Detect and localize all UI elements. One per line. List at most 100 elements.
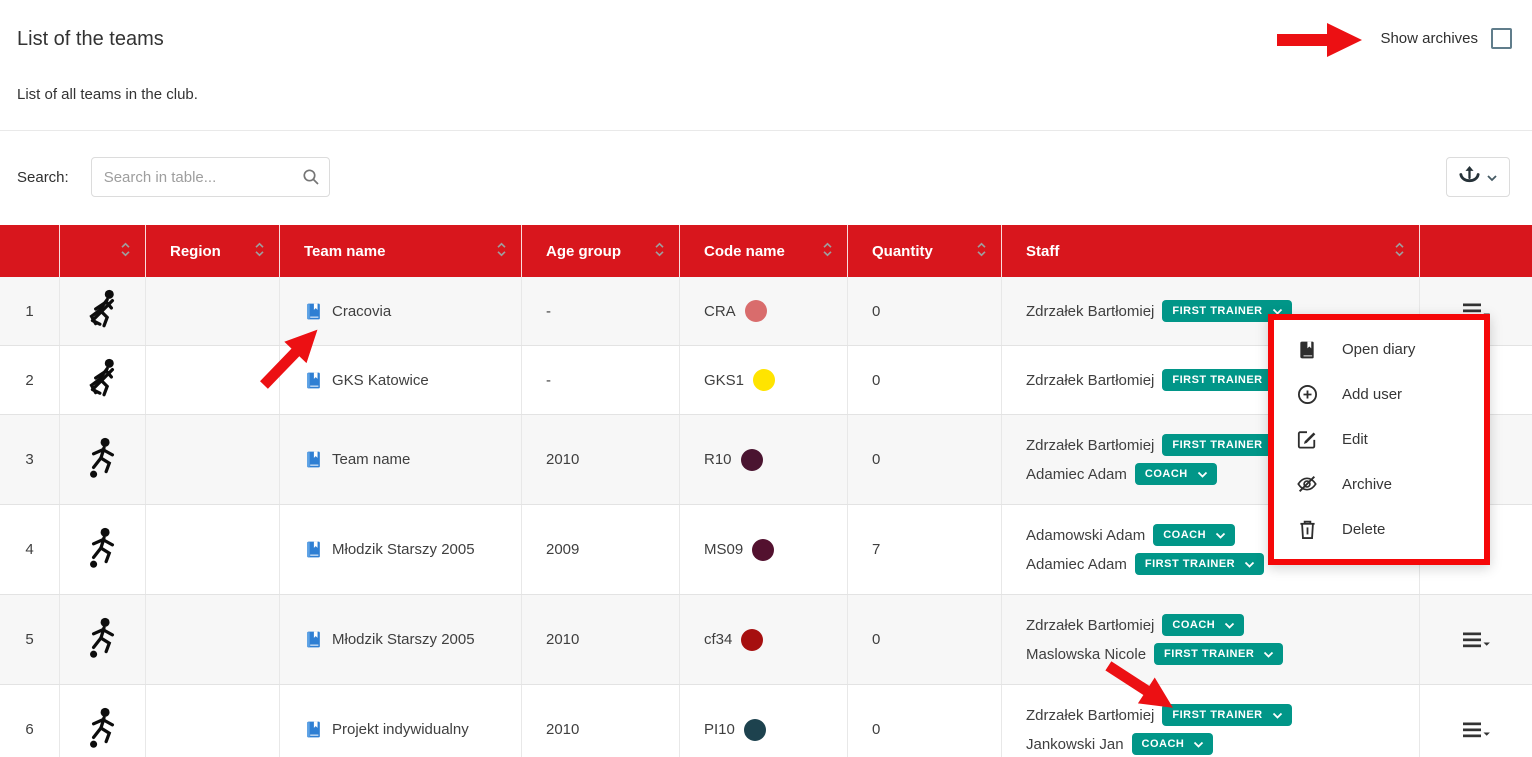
team-diary-book-icon[interactable] <box>304 630 323 649</box>
sport-cell <box>60 346 146 414</box>
staff-role-label: FIRST TRAINER <box>1145 558 1235 570</box>
sort-icon <box>654 242 665 261</box>
row-index: 4 <box>25 541 33 558</box>
staff-name: Zdrzałek Bartłomiej <box>1026 372 1154 389</box>
code-name: PI10 <box>704 721 735 738</box>
staff-role-label: COACH <box>1172 619 1215 631</box>
row-actions-icon <box>1463 631 1490 649</box>
region-cell <box>146 505 280 594</box>
row-index-cell: 6 <box>0 685 60 757</box>
menu-item-delete[interactable]: Delete <box>1274 508 1484 550</box>
staff-role-badge[interactable]: COACH <box>1153 524 1235 546</box>
code-name-cell: MS09 <box>680 505 848 594</box>
menu-item-edit[interactable]: Edit <box>1274 418 1484 460</box>
staff-name: Adamiec Adam <box>1026 466 1127 483</box>
team-name-cell: GKS Katowice <box>280 346 522 414</box>
staff-line: Adamiec Adam COACH <box>1026 463 1217 485</box>
menu-item-label: Delete <box>1342 521 1385 538</box>
arrow-to-show-archives <box>1277 21 1363 59</box>
region-cell <box>146 595 280 684</box>
column-header-code_name[interactable]: Code name <box>680 225 848 277</box>
column-label-quantity: Quantity <box>872 243 933 260</box>
menu-item-label: Edit <box>1342 431 1368 448</box>
row-index: 6 <box>25 721 33 738</box>
sport-cell <box>60 415 146 504</box>
page-subtitle: List of all teams in the club. <box>17 86 198 103</box>
staff-role-badge[interactable]: COACH <box>1132 733 1214 755</box>
team-color-dot <box>741 449 763 471</box>
team-diary-book-icon[interactable] <box>304 302 323 321</box>
sort-icon <box>1394 242 1405 261</box>
search-label: Search: <box>17 169 69 186</box>
code-name: GKS1 <box>704 372 744 389</box>
table-row-5: 5Młodzik Starszy 20052010cf340Zdrzałek B… <box>0 595 1532 685</box>
staff-name: Adamowski Adam <box>1026 527 1145 544</box>
sport-cell <box>60 595 146 684</box>
column-label-team_name: Team name <box>304 243 385 260</box>
sport-cell <box>60 277 146 345</box>
team-diary-book-icon[interactable] <box>304 540 323 559</box>
team-name: Młodzik Starszy 2005 <box>332 631 475 648</box>
staff-role-badge[interactable]: COACH <box>1162 614 1244 636</box>
staff-cell: Zdrzałek BartłomiejFIRST TRAINERJankowsk… <box>1002 685 1420 757</box>
column-header-region[interactable]: Region <box>146 225 280 277</box>
team-color-dot <box>744 719 766 741</box>
team-name: GKS Katowice <box>332 372 429 389</box>
export-button[interactable] <box>1446 157 1510 197</box>
team-diary-book-icon[interactable] <box>304 450 323 469</box>
team-name-cell: Projekt indywidualny <box>280 685 522 757</box>
row-index-cell: 3 <box>0 415 60 504</box>
table-row-6: 6Projekt indywidualny2010PI100Zdrzałek B… <box>0 685 1532 757</box>
staff-line: Maslowska NicoleFIRST TRAINER <box>1026 643 1283 665</box>
staff-role-label: FIRST TRAINER <box>1172 709 1262 721</box>
staff-name: Zdrzałek Bartłomiej <box>1026 707 1154 724</box>
search-input[interactable] <box>91 157 330 197</box>
age-group-cell: 2010 <box>522 685 680 757</box>
row-index: 2 <box>25 372 33 389</box>
staff-role-label: FIRST TRAINER <box>1172 374 1262 386</box>
code-name: cf34 <box>704 631 732 648</box>
delete-trash-icon <box>1296 519 1318 540</box>
staff-role-badge[interactable]: COACH <box>1135 463 1217 485</box>
quantity-cell: 0 <box>848 415 1002 504</box>
sport-cell <box>60 505 146 594</box>
team-name-cell: Team name <box>280 415 522 504</box>
column-header-staff[interactable]: Staff <box>1002 225 1420 277</box>
staff-role-badge[interactable]: FIRST TRAINER <box>1154 643 1283 665</box>
show-archives-checkbox[interactable] <box>1491 28 1512 49</box>
team-diary-book-icon[interactable] <box>304 371 323 390</box>
staff-name: Adamiec Adam <box>1026 556 1127 573</box>
menu-item-add-user[interactable]: Add user <box>1274 374 1484 416</box>
staff-name: Zdrzałek Bartłomiej <box>1026 437 1154 454</box>
row-index-cell: 2 <box>0 346 60 414</box>
staff-line: Zdrzałek BartłomiejCOACH <box>1026 614 1244 636</box>
actions-cell <box>1420 595 1532 684</box>
archive-eye-off-icon <box>1296 474 1318 494</box>
row-actions-button[interactable] <box>1463 631 1490 649</box>
staff-line: Zdrzałek BartłomiejFIRST TRAINER <box>1026 300 1292 322</box>
chevron-down-icon <box>1215 532 1226 539</box>
staff-role-badge[interactable]: FIRST TRAINER <box>1162 704 1291 726</box>
chevron-down-icon <box>1244 561 1255 568</box>
staff-role-label: FIRST TRAINER <box>1172 305 1262 317</box>
header-divider <box>0 130 1532 131</box>
column-label-age_group: Age group <box>546 243 621 260</box>
staff-role-badge[interactable]: FIRST TRAINER <box>1135 553 1264 575</box>
row-actions-button[interactable] <box>1463 721 1490 739</box>
column-header-team_name[interactable]: Team name <box>280 225 522 277</box>
football-player-icon <box>80 435 126 485</box>
menu-item-open-diary[interactable]: Open diary <box>1274 329 1484 371</box>
column-header-actions <box>1420 225 1532 277</box>
staff-role-label: FIRST TRAINER <box>1164 648 1254 660</box>
row-actions-context-menu: Open diaryAdd user Edit Archive Delete <box>1268 314 1490 565</box>
column-header-quantity[interactable]: Quantity <box>848 225 1002 277</box>
column-header-age_group[interactable]: Age group <box>522 225 680 277</box>
add-user-icon <box>1296 384 1318 405</box>
column-header-sport[interactable] <box>60 225 146 277</box>
chevron-down-icon <box>1272 712 1283 719</box>
team-diary-book-icon[interactable] <box>304 720 323 739</box>
menu-item-archive[interactable]: Archive <box>1274 463 1484 505</box>
age-group-cell: - <box>522 346 680 414</box>
show-archives-label: Show archives <box>1380 30 1478 47</box>
hockey-player-icon <box>80 355 126 405</box>
